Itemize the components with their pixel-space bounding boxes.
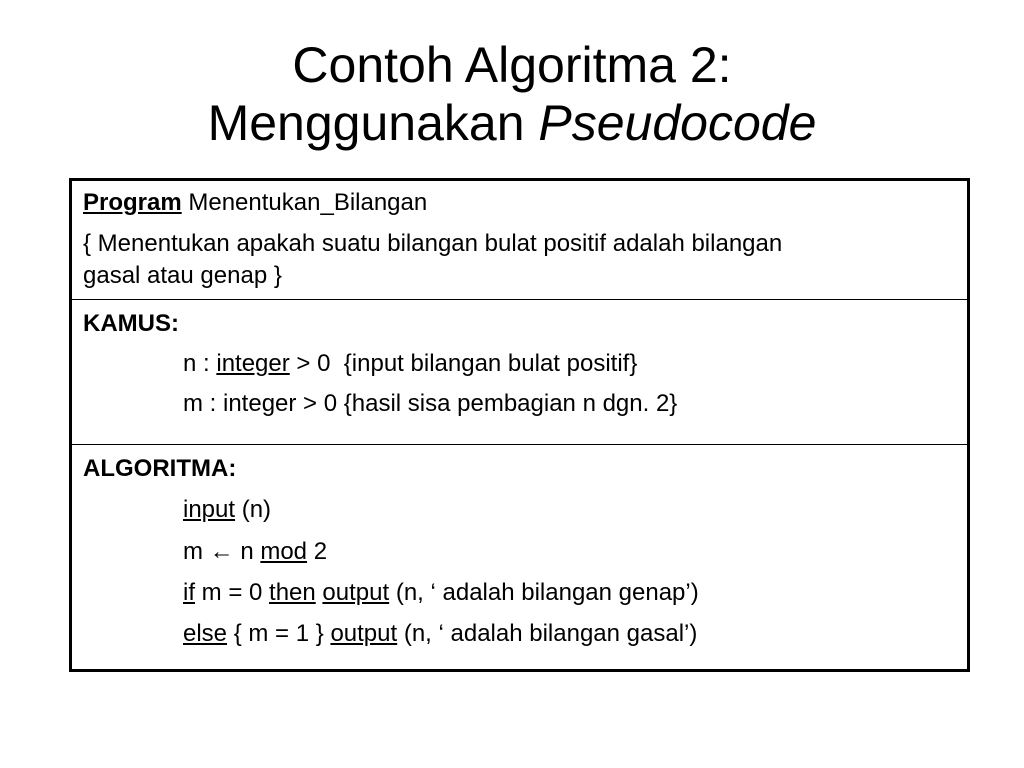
algo-line-input: input (n) <box>183 496 271 524</box>
algo-line-3-rest: (n, ‘ adalah bilangan genap’) <box>389 579 699 606</box>
comment-line-2: gasal atau genap } <box>83 262 282 289</box>
kamus-heading: KAMUS: <box>83 310 179 337</box>
kw-input: input <box>183 496 236 523</box>
program-line: Program Menentukan_Bilangan <box>83 189 427 217</box>
kw-if: if <box>183 579 195 606</box>
kw-output: output <box>322 579 390 606</box>
program-name: Menentukan_Bilangan <box>181 189 428 216</box>
slide-title: Contoh Algoritma 2: Menggunakan Pseudoco… <box>0 36 1024 152</box>
algo-line-2-pre: m ← n <box>183 538 261 565</box>
algo-line-2-rest: 2 <box>307 538 328 565</box>
var-n-name: n : <box>183 350 217 377</box>
kamus-var-m: m : integer > 0 {hasil sisa pembagian n … <box>183 390 678 417</box>
algo-line-1-rest: (n) <box>235 496 272 523</box>
kw-mod: mod <box>260 538 308 565</box>
algo-line-else: else { m = 1 } output (n, ‘ adalah bilan… <box>183 620 697 648</box>
kw-output: output <box>330 620 398 647</box>
algo-line-if: if m = 0 then output (n, ‘ adalah bilang… <box>183 579 699 607</box>
title-prefix: Menggunakan <box>207 95 539 151</box>
var-n-type: integer <box>216 350 290 377</box>
kw-else: else <box>183 620 228 647</box>
title-italic: Pseudocode <box>538 95 817 151</box>
algo-line-4-mid: { m = 1 } <box>227 620 331 647</box>
algoritma-section: ALGORITMA: input (n) m ← n mod 2 if m = … <box>72 445 967 672</box>
algoritma-heading: ALGORITMA: <box>83 455 237 482</box>
kw-then: then <box>269 579 316 606</box>
algo-line-3-mid1: m = 0 <box>195 579 270 606</box>
header-section: Program Menentukan_Bilangan { Menentukan… <box>72 181 967 300</box>
algo-line-mod: m ← n mod 2 <box>183 538 327 566</box>
kamus-section: KAMUS: n : integer > 0 {input bilangan b… <box>72 300 967 445</box>
program-keyword: Program <box>83 189 182 216</box>
comment-line-1: { Menentukan apakah suatu bilangan bulat… <box>83 230 783 257</box>
kamus-var-n: n : integer > 0 {input bilangan bulat po… <box>183 350 637 378</box>
algo-line-4-rest: (n, ‘ adalah bilangan gasal’) <box>397 620 698 647</box>
var-n-rest: > 0 {input bilangan bulat positif} <box>289 350 638 377</box>
title-line-1: Contoh Algoritma 2: <box>292 37 732 93</box>
pseudocode-box: Program Menentukan_Bilangan { Menentukan… <box>69 178 970 672</box>
title-line-2: Menggunakan Pseudocode <box>0 94 1024 152</box>
